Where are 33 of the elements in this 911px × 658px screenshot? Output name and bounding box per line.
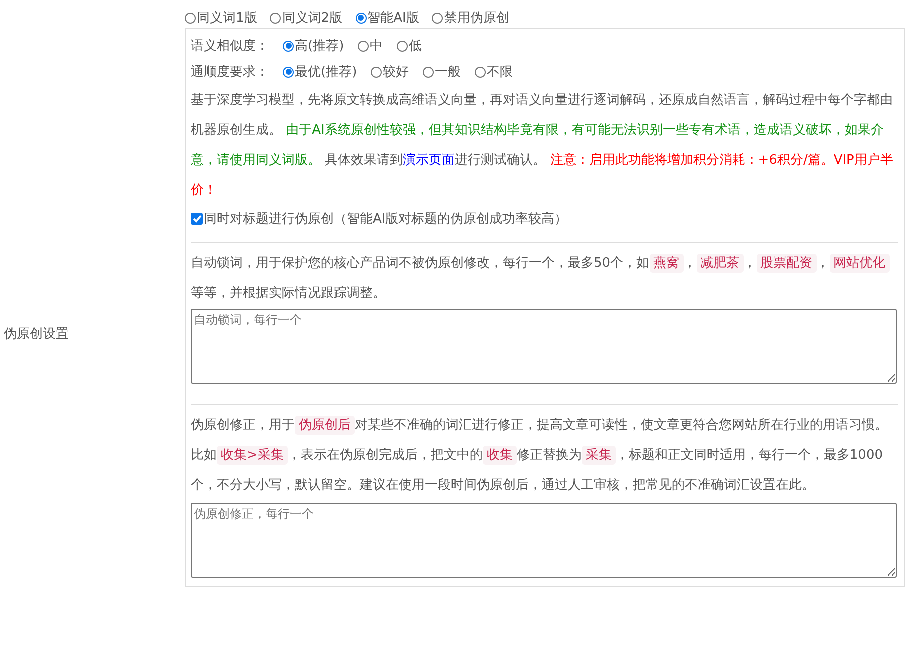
demo-page-link[interactable]: 演示页面 — [403, 153, 456, 168]
lock-words-text: 自动锁词，用于保护您的核心产品词不被伪原创修改，每行一个，最多50个，如 燕窝 ， 减肥茶 ， 股票配资 ， 网站优化 等等，并根据实际情况跟踪调整。 — [191, 249, 898, 309]
radio-icon[interactable] — [283, 66, 294, 78]
lock-words-field[interactable]: 自动锁词，每行一个 — [191, 309, 897, 384]
radio-icon[interactable] — [270, 12, 282, 24]
description-text: 基于深度学习模型，先将原文转换成高维语义向量，再对语义向量进行逐词解码，还原成自然语言，解码过程中每个字都由机器原创生成。 由于AI系统原创性较强，但其知识结构毕竟有限，有可能无法识别一些专有术语，造成语义破坏，如果介意，请使用同义词版。 具体效果请到演示页面进行测试确认。 注意：启用此功能将增加积分消耗：+6积分/篇。VIP用户半价！ — [191, 92, 894, 200]
checkbox[interactable] — [191, 213, 203, 225]
similarity-label: 语义相似度： — [191, 38, 269, 55]
fluency-label: 通顺度要求： — [191, 64, 269, 81]
similarity-option[interactable]: 低 — [397, 37, 422, 55]
radio-icon[interactable] — [432, 12, 444, 24]
radio-icon[interactable] — [475, 66, 486, 78]
version-option[interactable]: 同义词1版 — [185, 9, 258, 27]
radio-icon[interactable] — [185, 12, 196, 24]
version-option[interactable]: 同义词2版 — [270, 9, 343, 27]
radio-icon[interactable] — [423, 66, 434, 78]
title-option[interactable]: 同时对标题进行伪原创（智能AI版对标题的伪原创成功率较高） — [191, 210, 568, 228]
correction-field[interactable]: 伪原创修正，每行一个 — [191, 503, 897, 578]
similarity-option[interactable]: 中 — [358, 37, 384, 55]
similarity-option[interactable]: 高(推荐) — [283, 37, 344, 55]
radio-icon[interactable] — [397, 40, 408, 52]
correction-text: 伪原创修正，用于 伪原创后 对某些不准确的词汇进行修正，提高文章可读性，使文章更符合您网站所在行业的用语习惯。比如 收集>采集 ，表示在伪原创完成后，把文中的 收集 修正替换为 采集 ，标题和正文同时适用，每行一个，最多1000个，不分大小写，默认留空。建议在使用一段时间伪原创后，通过人工审核，把常见的不准确词汇设置在此。 — [191, 415, 889, 495]
fluency-option[interactable]: 不限 — [475, 63, 514, 81]
radio-icon[interactable] — [356, 12, 367, 24]
fluency-option[interactable]: 较好 — [371, 63, 410, 81]
radio-icon[interactable] — [283, 40, 294, 52]
fluency-option[interactable]: 一般 — [423, 63, 462, 81]
fluency-option[interactable]: 最优(推荐) — [283, 63, 358, 81]
version-option[interactable]: 禁用伪原创 — [432, 9, 510, 27]
radio-icon[interactable] — [358, 40, 370, 52]
radio-icon[interactable] — [371, 66, 382, 78]
version-option[interactable]: 智能AI版 — [356, 9, 420, 27]
settings-label: 伪原创设置 — [3, 326, 70, 343]
